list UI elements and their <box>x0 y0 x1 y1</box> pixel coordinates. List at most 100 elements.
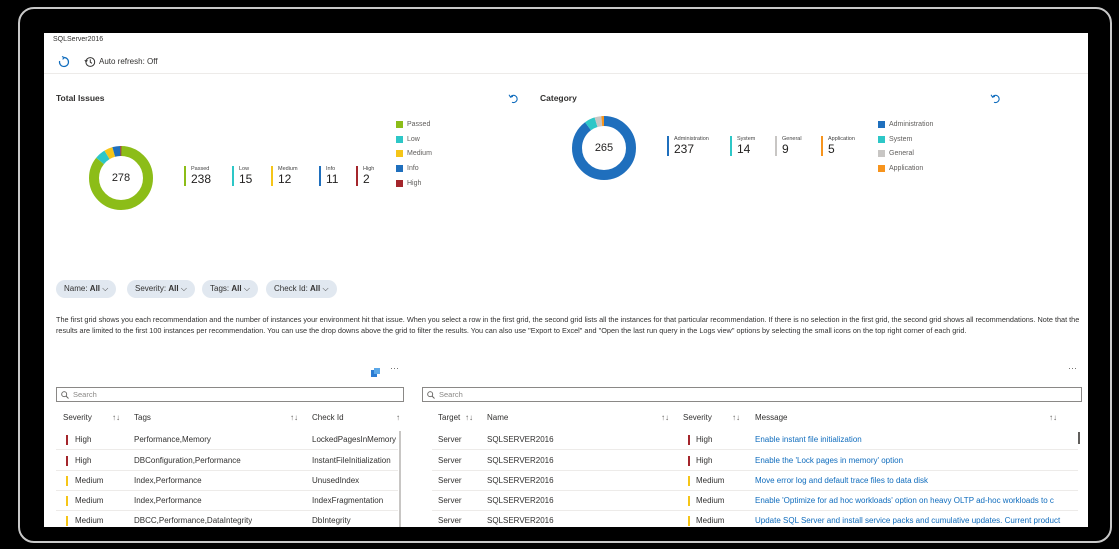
legend-swatch <box>396 149 403 157</box>
search-placeholder: Search <box>439 390 463 399</box>
grid2-scrollbar[interactable] <box>1078 432 1080 444</box>
cell-severity: Medium <box>75 496 104 505</box>
column-header-target[interactable]: Target <box>438 413 460 422</box>
sort-icon[interactable]: ↑↓ <box>661 413 669 422</box>
auto-refresh-toggle[interactable]: Auto refresh: Off <box>99 57 158 66</box>
table-row[interactable]: Server SQLSERVER2016 High Enable the 'Lo… <box>432 451 1078 471</box>
cell-name: SQLSERVER2016 <box>487 476 554 485</box>
stat-application: Application 5 <box>821 136 855 156</box>
severity-indicator <box>688 516 690 526</box>
filter-name[interactable]: Name: All ⌵ <box>56 280 117 298</box>
chevron-down-icon: ⌵ <box>322 284 329 293</box>
column-header-severity[interactable]: Severity <box>63 413 92 422</box>
table-row[interactable]: Medium Index,Performance UnusedIndex <box>56 471 398 491</box>
stat-general: General 9 <box>775 136 802 156</box>
sort-icon[interactable]: ↑↓ <box>290 413 298 422</box>
legend-item-high[interactable]: High <box>396 178 421 188</box>
table-row[interactable]: Server SQLSERVER2016 Medium Update SQL S… <box>432 511 1078 527</box>
refresh-icon[interactable] <box>58 55 70 73</box>
filter-check-id[interactable]: Check Id: All ⌵ <box>266 280 337 298</box>
stat-administration: Administration 237 <box>667 136 709 156</box>
cell-tags: Performance,Memory <box>134 435 211 444</box>
legend-swatch <box>396 135 403 143</box>
sort-icon[interactable]: ↑↓ <box>732 413 740 422</box>
cell-target: Server <box>438 496 462 505</box>
sort-icon[interactable]: ↑↓ <box>112 413 120 422</box>
cell-message-link[interactable]: Move error log and default trace files t… <box>755 471 1075 491</box>
grid1-more-button[interactable]: ··· <box>390 363 399 373</box>
column-header-message[interactable]: Message <box>755 413 787 422</box>
filter-severity[interactable]: Severity: All ⌵ <box>127 280 195 298</box>
legend-item-administration[interactable]: Administration <box>878 119 933 129</box>
export-icon[interactable] <box>370 365 381 383</box>
cell-severity: Medium <box>696 496 725 505</box>
cell-severity: High <box>696 456 713 465</box>
cell-message-link[interactable]: Enable instant file initialization <box>755 430 1075 450</box>
grid2-more-button[interactable]: ··· <box>1068 363 1077 373</box>
stat-value: 11 <box>326 172 339 186</box>
severity-indicator <box>66 516 68 526</box>
filter-value: All <box>231 284 242 293</box>
grid1-search-input[interactable]: Search <box>56 387 404 402</box>
legend-item-passed[interactable]: Passed <box>396 119 430 129</box>
cell-check-id: InstantFileInitialization <box>312 456 391 465</box>
column-header-tags[interactable]: Tags <box>134 413 151 422</box>
legend-item-medium[interactable]: Medium <box>396 148 432 158</box>
legend-label: General <box>889 149 914 157</box>
stat-value: 237 <box>674 142 695 156</box>
legend-label: Application <box>889 164 924 172</box>
table-row[interactable]: High DBConfiguration,Performance Instant… <box>56 451 398 471</box>
cell-severity: High <box>75 456 92 465</box>
legend-item-info[interactable]: Info <box>396 163 419 173</box>
cell-severity: Medium <box>75 516 104 525</box>
legend-item-general[interactable]: General <box>878 148 914 158</box>
sort-icon[interactable]: ↑↓ <box>1049 413 1057 422</box>
cell-message-link[interactable]: Enable the 'Lock pages in memory' option <box>755 451 1075 471</box>
filter-tags[interactable]: Tags: All ⌵ <box>202 280 258 298</box>
total-issues-count: 278 <box>111 172 131 184</box>
stat-info: Info 11 <box>319 166 338 186</box>
legend-item-application[interactable]: Application <box>878 163 923 173</box>
severity-indicator <box>66 476 68 486</box>
column-header-name[interactable]: Name <box>487 413 508 422</box>
column-header-severity[interactable]: Severity <box>683 413 712 422</box>
table-row[interactable]: Server SQLSERVER2016 Medium Enable 'Opti… <box>432 491 1078 511</box>
table-row[interactable]: Medium Index,Performance IndexFragmentat… <box>56 491 398 511</box>
chevron-down-icon: ⌵ <box>102 284 109 293</box>
cell-target: Server <box>438 476 462 485</box>
stat-value: 15 <box>239 172 253 186</box>
grid1-scrollbar[interactable] <box>399 431 401 527</box>
cell-severity: High <box>75 435 92 444</box>
undo-icon[interactable] <box>990 91 1001 109</box>
legend-swatch <box>878 135 885 143</box>
legend-item-system[interactable]: System <box>878 134 912 144</box>
filter-label: Check Id: <box>274 284 308 293</box>
table-row[interactable]: High Performance,Memory LockedPagesInMem… <box>56 430 398 450</box>
sort-asc-icon[interactable]: ↑ <box>396 413 400 422</box>
table-row[interactable]: Server SQLSERVER2016 Medium Move error l… <box>432 471 1078 491</box>
column-header-check-id[interactable]: Check Id <box>312 413 344 422</box>
category-title: Category <box>540 93 577 103</box>
legend-swatch <box>878 120 885 128</box>
grid2-search-input[interactable]: Search <box>422 387 1082 402</box>
filter-value: All <box>89 284 101 293</box>
cell-severity: Medium <box>75 476 104 485</box>
cell-message-link[interactable]: Update SQL Server and install service pa… <box>755 511 1075 527</box>
stat-low: Low 15 <box>232 166 252 186</box>
legend-item-low[interactable]: Low <box>396 134 420 144</box>
history-icon[interactable] <box>84 55 96 73</box>
cell-check-id: UnusedIndex <box>312 476 360 485</box>
cell-tags: Index,Performance <box>134 496 202 505</box>
cell-target: Server <box>438 456 462 465</box>
grid-description: The first grid shows you each recommenda… <box>56 315 1080 335</box>
sort-icon[interactable]: ↑↓ <box>465 413 473 422</box>
severity-indicator <box>66 435 68 445</box>
chevron-down-icon: ⌵ <box>180 284 187 293</box>
workbook-panel: SQLServer2016 Auto refresh: Off Total Is… <box>44 33 1088 527</box>
undo-icon[interactable] <box>508 91 519 109</box>
cell-message-link[interactable]: Enable 'Optimize for ad hoc workloads' o… <box>755 491 1075 511</box>
search-icon <box>427 391 435 399</box>
table-row[interactable]: Server SQLSERVER2016 High Enable instant… <box>432 430 1078 450</box>
table-row[interactable]: Medium DBCC,Performance,DataIntegrity Db… <box>56 511 398 527</box>
stat-value: 238 <box>191 172 212 186</box>
